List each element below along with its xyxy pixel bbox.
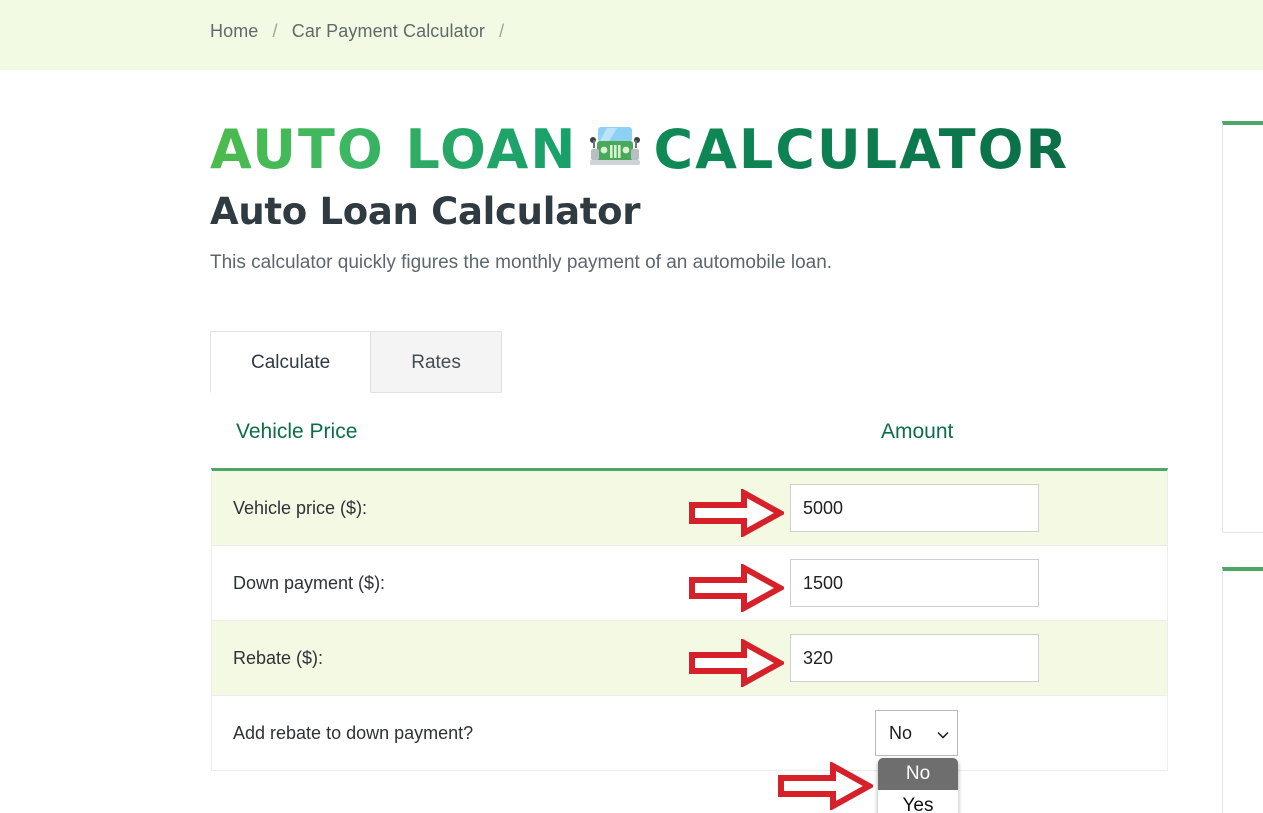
breadcrumb-separator-2: / xyxy=(499,21,505,41)
tab-calculate[interactable]: Calculate xyxy=(210,331,372,393)
row-label-add-rebate: Add rebate to down payment? xyxy=(233,722,474,743)
column-heading-vehicle-price: Vehicle Price xyxy=(236,420,358,443)
row-field-rebate xyxy=(790,634,1167,682)
page-root: Home / Car Payment Calculator / AUTO LOA… xyxy=(0,0,1263,813)
logo-text-calculator: CALCULATOR xyxy=(653,117,1070,181)
logo-text-auto-loan: AUTO LOAN xyxy=(210,117,578,181)
breadcrumb-item-car-payment-calculator[interactable]: Car Payment Calculator xyxy=(292,21,485,41)
sidebar-panel-bottom xyxy=(1222,567,1263,813)
tab-rates[interactable]: Rates xyxy=(371,331,502,393)
vehicle-price-input[interactable] xyxy=(790,484,1039,532)
chevron-down-icon xyxy=(937,725,949,739)
breadcrumb: Home / Car Payment Calculator / xyxy=(210,21,513,42)
add-rebate-select[interactable]: No xyxy=(875,710,958,756)
rebate-input[interactable] xyxy=(790,634,1039,682)
annotation-arrow-dropdown-options xyxy=(777,760,876,813)
annotation-arrow-vehicle-price xyxy=(688,487,787,542)
row-field-down-payment xyxy=(790,559,1167,607)
down-payment-input[interactable] xyxy=(790,559,1039,607)
page-description: This calculator quickly figures the mont… xyxy=(210,252,833,273)
sidebar-panel-top xyxy=(1222,121,1263,533)
row-field-add-rebate: No No Yes xyxy=(802,710,1167,813)
add-rebate-select-wrapper: No No Yes xyxy=(875,710,958,813)
column-heading-amount: Amount xyxy=(881,420,954,443)
add-rebate-option-list: No Yes xyxy=(878,758,958,813)
breadcrumb-item-home[interactable]: Home xyxy=(210,21,258,41)
breadcrumb-separator: / xyxy=(272,21,278,41)
annotation-arrow-down-payment xyxy=(688,562,787,617)
add-rebate-select-value: No xyxy=(889,722,913,743)
site-logo: AUTO LOAN CALCULATOR xyxy=(210,117,1069,181)
tab-bar: Calculate Rates xyxy=(210,331,502,393)
car-icon xyxy=(587,123,643,176)
option-no[interactable]: No xyxy=(878,758,958,790)
page-title: Auto Loan Calculator xyxy=(210,190,641,233)
option-yes[interactable]: Yes xyxy=(878,790,958,813)
annotation-arrow-rebate xyxy=(688,637,787,692)
breadcrumb-band: Home / Car Payment Calculator / xyxy=(0,0,1263,70)
row-field-vehicle-price xyxy=(790,484,1167,532)
table-row-add-rebate-to-down-payment: Add rebate to down payment? No No Yes xyxy=(212,696,1167,813)
